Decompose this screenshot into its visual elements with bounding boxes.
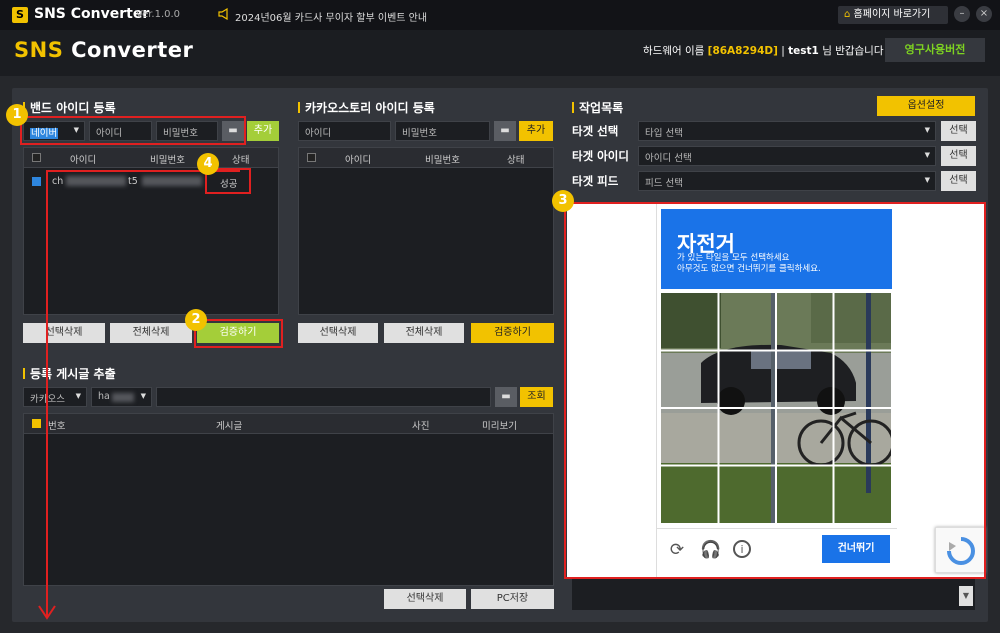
blurred-id: [66, 176, 126, 186]
highlight-box-3: [564, 202, 986, 579]
work-section-title: 작업목록: [572, 99, 623, 116]
target-id-select[interactable]: 아이디 선택 ▼: [638, 146, 936, 166]
highlight-box-1: [20, 116, 246, 145]
target-feed-value: 피드 선택: [645, 178, 683, 189]
blurred-pw: [142, 176, 202, 186]
select-all-checkbox[interactable]: [32, 419, 41, 428]
kakao-table: [298, 147, 554, 315]
arrow-line-vertical: [46, 170, 48, 617]
col-id: 아이디: [345, 155, 372, 166]
app-logo: S: [12, 7, 28, 23]
posts-path-input[interactable]: [156, 387, 491, 407]
target-id-label: 타겟 아이디: [572, 149, 629, 163]
minimize-button[interactable]: –: [954, 6, 970, 22]
target-feed-select-button[interactable]: 선택: [941, 171, 976, 191]
kakao-section-title: 카카오스토리 아이디 등록: [298, 99, 435, 116]
brand-logo: SNS Converter: [14, 38, 193, 62]
col-preview: 미리보기: [482, 421, 517, 432]
homepage-button[interactable]: ⌂ 홈페이지 바로가기: [838, 6, 948, 24]
col-pw: 비밀번호: [150, 155, 185, 166]
posts-section-title: 등록 게시글 추출: [23, 365, 116, 382]
hw-label: 하드웨어 이름: [643, 45, 708, 57]
chevron-down-icon: ▼: [140, 392, 146, 400]
col-status: 상태: [232, 155, 250, 166]
kakao-delete-all-button[interactable]: 전체삭제: [384, 323, 464, 343]
posts-delete-selected-button[interactable]: 선택삭제: [384, 589, 466, 609]
source-select[interactable]: 카카오스▼: [23, 387, 87, 407]
marker-2: 2: [185, 309, 207, 331]
scroll-down-button[interactable]: ▼: [959, 586, 973, 606]
posts-save-pc-button[interactable]: PC저장: [471, 589, 554, 609]
target-select-label: 타겟 선택: [572, 124, 619, 138]
kakao-pw-input[interactable]: 비밀번호: [395, 121, 490, 141]
chevron-down-icon: ▼: [924, 176, 930, 184]
target-type-select-button[interactable]: 선택: [941, 121, 976, 141]
band-add-button[interactable]: 추가: [247, 121, 279, 141]
welcome-suffix: 님 반갑습니다: [818, 45, 884, 57]
target-type-value: 타입 선택: [645, 128, 683, 139]
posts-search-button[interactable]: 조회: [520, 387, 553, 407]
select-all-checkbox[interactable]: [32, 153, 41, 162]
target-id-select-button[interactable]: 선택: [941, 146, 976, 166]
col-pw: 비밀번호: [425, 155, 460, 166]
blurred-account: [112, 393, 134, 402]
megaphone-icon: [218, 8, 228, 20]
target-id-value: 아이디 선택: [645, 153, 692, 164]
col-no: 번호: [48, 421, 66, 432]
chevron-down-icon: ▼: [924, 126, 930, 134]
band-delete-all-button[interactable]: 전체삭제: [110, 323, 192, 343]
folder-icon[interactable]: ▬: [494, 121, 516, 141]
target-type-select[interactable]: 타입 선택 ▼: [638, 121, 936, 141]
hw-id: [86A8294D]: [707, 45, 778, 57]
marker-4: 4: [197, 153, 219, 175]
highlight-box-2: [194, 319, 283, 348]
col-status: 상태: [507, 155, 525, 166]
license-badge: 영구사용버전: [885, 38, 985, 62]
target-feed-label: 타겟 피드: [572, 174, 619, 188]
work-log-area: [572, 578, 975, 610]
account-select[interactable]: ha ▼: [91, 387, 152, 407]
app-name: SNS Converter: [34, 6, 150, 22]
row-id: ch: [52, 176, 64, 187]
folder-icon[interactable]: ▬: [495, 387, 517, 407]
kakao-verify-button[interactable]: 검증하기: [471, 323, 554, 343]
home-icon: ⌂: [844, 9, 851, 20]
band-delete-selected-button[interactable]: 선택삭제: [23, 323, 105, 343]
marker-3: 3: [552, 190, 574, 212]
row-checkbox[interactable]: [32, 177, 41, 186]
col-photo: 사진: [412, 421, 430, 432]
kakao-id-input[interactable]: 아이디: [298, 121, 391, 141]
notice-text[interactable]: 2024년06월 카드사 무이자 할부 이벤트 안내: [235, 9, 427, 24]
options-button[interactable]: 옵션설정: [877, 96, 975, 116]
app-version: Ver.1.0.0: [136, 9, 181, 20]
chevron-down-icon: ▼: [75, 392, 81, 400]
arrow-down-icon: [38, 605, 56, 620]
kakao-table-header: 아이디 비밀번호 상태: [299, 148, 553, 168]
row-pw: t5: [128, 176, 138, 187]
separator: |: [777, 45, 789, 57]
band-table-header: 아이디 비밀번호 상태: [24, 148, 278, 168]
close-button[interactable]: ×: [976, 6, 992, 22]
band-section-title: 밴드 아이디 등록: [23, 99, 116, 116]
brand-part-a: SNS: [14, 38, 64, 62]
target-feed-select[interactable]: 피드 선택 ▼: [638, 171, 936, 191]
select-all-checkbox[interactable]: [307, 153, 316, 162]
col-post: 게시글: [216, 421, 243, 432]
chevron-down-icon: ▼: [924, 151, 930, 159]
account-select-value: ha: [98, 391, 110, 402]
marker-1: 1: [6, 104, 28, 126]
welcome-text: 하드웨어 이름 [86A8294D] | test1 님 반갑습니다: [643, 43, 884, 58]
brand-part-b: Converter: [63, 38, 194, 62]
kakao-delete-selected-button[interactable]: 선택삭제: [298, 323, 378, 343]
kakao-add-button[interactable]: 추가: [519, 121, 553, 141]
posts-table-header: 번호 게시글 사진 미리보기: [24, 414, 553, 434]
col-id: 아이디: [70, 155, 97, 166]
username: test1: [788, 45, 819, 57]
homepage-button-label: 홈페이지 바로가기: [853, 9, 931, 20]
posts-table: [23, 413, 554, 586]
